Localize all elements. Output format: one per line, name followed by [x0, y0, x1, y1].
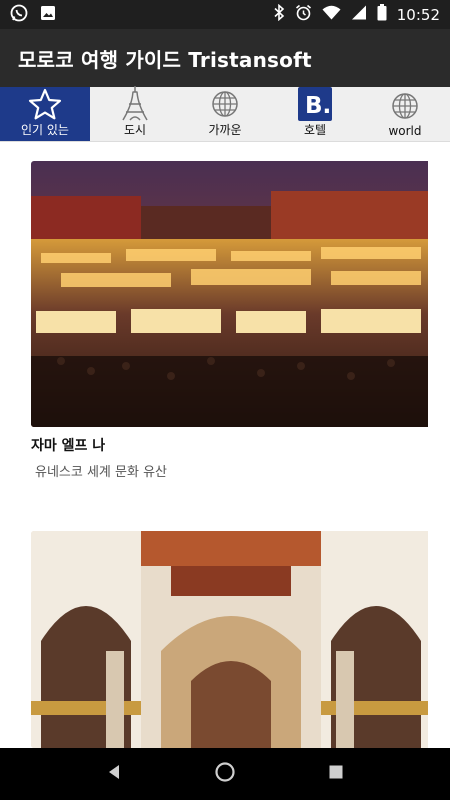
mosque-interior-arches-photo — [31, 531, 428, 748]
recents-icon[interactable] — [328, 764, 344, 784]
card-subtitle: 유네스코 세계 문화 유산 — [35, 465, 167, 480]
globe-grid-icon — [210, 87, 240, 121]
tab-cities-label: 도시 — [123, 123, 147, 137]
card-title: 자마 엘프 나 — [31, 438, 106, 454]
tab-hotels[interactable]: B. 호텔 — [270, 87, 360, 141]
whatsapp-icon — [10, 4, 28, 26]
tab-popular-label: 인기 있는 — [21, 123, 69, 137]
clock-time: 10:52 — [396, 5, 440, 24]
gallery-icon — [40, 5, 56, 25]
attraction-list: 자마 엘프 나 유네스코 세계 문화 유산 — [0, 142, 450, 748]
home-icon[interactable] — [214, 761, 236, 787]
world-icon — [390, 88, 420, 124]
signal-icon — [351, 5, 367, 24]
alarm-icon — [295, 4, 312, 25]
app-title: 모로코 여행 가이드 Tristansoft — [18, 47, 312, 72]
eiffel-tower-icon — [118, 85, 152, 121]
category-tabs: 인기 있는 도시 가까운 B. 호텔 world — [0, 85, 450, 142]
system-nav-bar — [0, 748, 450, 800]
marrakech-night-market-photo — [31, 161, 428, 427]
tab-nearby-label: 가까운 — [208, 123, 242, 137]
tab-world[interactable]: world — [360, 87, 450, 141]
list-item[interactable]: 자마 엘프 나 유네스코 세계 문화 유산 — [31, 161, 428, 480]
app-bar: 모로코 여행 가이드 Tristansoft — [0, 29, 450, 87]
booking-b-icon: B. — [298, 87, 332, 121]
tab-nearby[interactable]: 가까운 — [180, 87, 270, 141]
tab-world-label: world — [388, 124, 422, 138]
wifi-icon — [322, 5, 341, 24]
tab-hotels-label: 호텔 — [303, 123, 327, 137]
booking-letter: B. — [305, 93, 331, 119]
bluetooth-icon — [273, 3, 285, 25]
status-bar: 10:52 — [0, 0, 450, 29]
tab-cities[interactable]: 도시 — [90, 85, 180, 141]
list-item[interactable] — [31, 531, 428, 748]
tab-popular[interactable]: 인기 있는 — [0, 87, 90, 141]
star-icon — [28, 87, 62, 121]
back-icon[interactable] — [106, 764, 122, 784]
battery-icon — [377, 4, 387, 25]
